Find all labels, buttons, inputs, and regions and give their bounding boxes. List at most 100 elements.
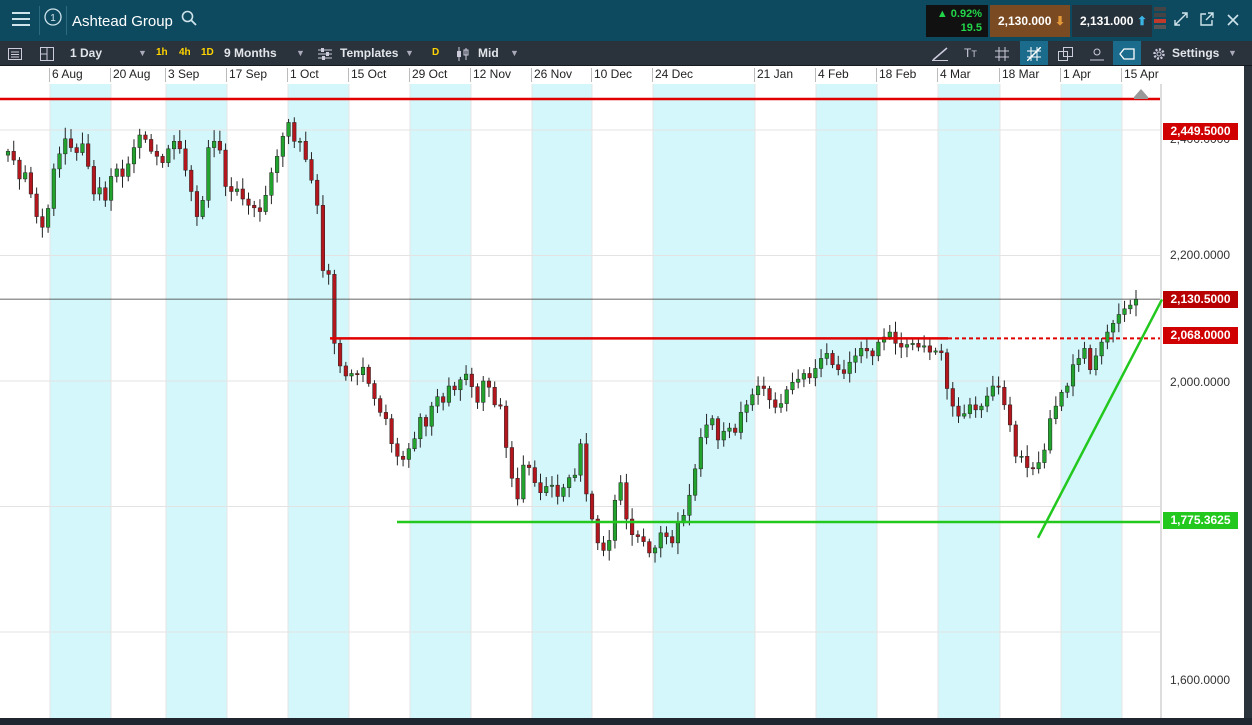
bottom-border (0, 718, 1252, 725)
candle-body (229, 186, 234, 192)
y-tick-1600: 1,600.0000 (1170, 673, 1231, 687)
candle-body (429, 405, 434, 427)
scroll-marker-icon (1134, 89, 1148, 99)
candle-body (74, 147, 79, 153)
candle-body (1002, 387, 1007, 406)
chart-toolbar: 1 Day ▼ 1h 4h 1D 9 Months ▼ Templates ▼ … (0, 41, 1252, 66)
templates-label: Templates (340, 46, 399, 60)
templates-button[interactable]: Templates (340, 41, 398, 65)
candle-body (395, 443, 400, 457)
candle-body (406, 448, 411, 460)
candle-body (280, 136, 285, 157)
candle-body (1036, 462, 1041, 470)
info-icon[interactable]: 1 (42, 0, 64, 41)
candle-body (887, 331, 892, 338)
arrow-up-icon: ⬆ (1136, 14, 1147, 28)
popout-icon[interactable] (1196, 0, 1218, 41)
support-label[interactable]: 1,775.3625 (1163, 512, 1238, 529)
quick-4h-button[interactable]: 4h (179, 41, 191, 65)
candle-body (34, 193, 39, 217)
date-tick: 17 Sep (229, 67, 268, 81)
candle-body (46, 208, 51, 228)
date-band (653, 84, 755, 718)
crosshair-tool-icon[interactable] (1020, 41, 1048, 65)
windows-icon[interactable] (1058, 41, 1073, 65)
candle-body (481, 380, 486, 403)
candle-body (710, 418, 715, 426)
gear-icon[interactable] (1152, 41, 1166, 65)
chart-canvas[interactable] (0, 84, 1244, 718)
depth-bars-icon (1154, 5, 1166, 37)
close-icon[interactable] (1222, 0, 1244, 41)
y-tick-2200: 2,200.0000 (1170, 248, 1231, 262)
quick-1d-button[interactable]: 1D (201, 41, 214, 65)
list-icon[interactable] (8, 41, 22, 65)
candle-body (1088, 348, 1093, 370)
search-icon[interactable] (178, 0, 200, 41)
candle-body (275, 156, 280, 173)
candle-body (979, 405, 984, 411)
grid-icon[interactable] (995, 41, 1009, 65)
date-band (50, 84, 111, 718)
candle-body (555, 484, 560, 497)
price-type-select[interactable]: Mid (478, 41, 499, 65)
candle-body (733, 427, 738, 433)
candle-body (824, 353, 829, 359)
menu-icon[interactable] (8, 0, 34, 41)
candle-body (458, 379, 463, 391)
candle-body (1048, 418, 1053, 451)
candle-body (698, 437, 703, 470)
candle-body (864, 348, 869, 352)
candle-body (263, 195, 268, 212)
layout-icon[interactable] (40, 41, 54, 65)
candle-body (612, 499, 617, 541)
candle-body (985, 395, 990, 407)
range-select[interactable]: 9 Months (224, 41, 277, 65)
candle-body (1105, 331, 1110, 343)
buy-price-button[interactable]: 2,131.000 ⬆ (1072, 5, 1152, 37)
text-tool-icon[interactable]: TT (964, 41, 977, 65)
candle-body (761, 385, 766, 389)
candle-body (1093, 355, 1098, 370)
quick-1h-button[interactable]: 1h (156, 41, 168, 65)
scrollbar[interactable] (1244, 66, 1252, 718)
candle-body (607, 540, 612, 551)
candle-body (177, 141, 182, 150)
price-chart[interactable]: 2,400.0000 2,200.0000 2,000.0000 1,600.0… (0, 84, 1244, 718)
candle-body (303, 141, 308, 160)
settings-button[interactable]: Settings (1172, 41, 1219, 65)
candle-body (401, 456, 406, 460)
expand-icon[interactable] (1170, 0, 1192, 41)
candle-body (286, 122, 291, 137)
resistance-mid-label[interactable]: 2,068.0000 (1163, 327, 1238, 344)
date-tick: 21 Jan (757, 67, 794, 81)
candle-body (212, 141, 217, 148)
sell-price-button[interactable]: 2,130.000 ⬇ (990, 5, 1070, 37)
candle-body (80, 143, 85, 153)
candle-body (916, 343, 921, 348)
candle-body (738, 412, 743, 433)
candle-body (538, 482, 543, 493)
candle-body (853, 355, 858, 363)
candle-body (86, 143, 91, 167)
draw-line-icon[interactable] (932, 41, 948, 65)
chevron-down-icon: ▼ (510, 48, 519, 58)
candle-body (927, 345, 932, 353)
date-band (938, 84, 1000, 718)
candle-body (297, 141, 303, 143)
date-tick: 29 Oct (412, 67, 448, 81)
resistance-high-label[interactable]: 2,449.5000 (1163, 123, 1238, 140)
candles-icon[interactable] (456, 41, 472, 65)
tag-icon[interactable] (1113, 41, 1141, 65)
date-tick: 1 Oct (290, 67, 319, 81)
candle-body (349, 373, 354, 377)
indicator-icon[interactable] (1090, 41, 1104, 65)
date-tick: 15 Apr (1124, 67, 1159, 81)
candle-body (23, 172, 28, 180)
interval-select[interactable]: 1 Day (70, 41, 102, 65)
candle-body (939, 350, 944, 354)
change-percent: ▲ 0.92% (936, 8, 982, 20)
candle-body (521, 464, 526, 500)
top-bar: 1 Ashtead Group ▲ 0.92% 19.5 2,130.000 ⬇… (0, 0, 1252, 41)
sliders-icon[interactable] (318, 41, 332, 65)
